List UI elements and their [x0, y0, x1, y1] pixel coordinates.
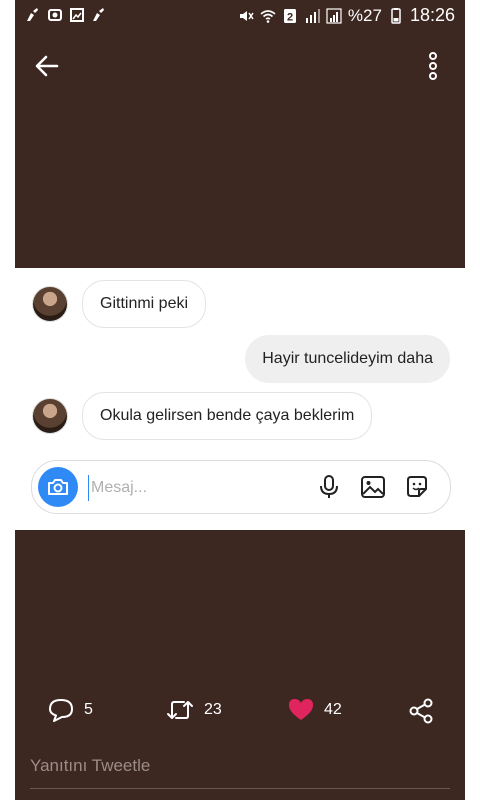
back-arrow-icon[interactable] — [33, 52, 61, 80]
message-row-3: Okula gelirsen bende çaya beklerim — [32, 392, 373, 440]
system-icons: 2 %27 18:26 — [238, 5, 455, 26]
tweet-media-screen: 2 %27 18:26 Gittinmi peki Hayir tuncelid… — [15, 0, 465, 800]
avatar — [32, 398, 68, 434]
reply-count: 5 — [84, 701, 93, 718]
battery-percent: %27 — [347, 5, 382, 25]
like-count: 42 — [324, 701, 342, 718]
camera-icon — [48, 479, 68, 495]
screenshot-icon — [48, 9, 62, 21]
incoming-message: Gittinmi peki — [82, 280, 207, 328]
gallery-icon — [70, 8, 84, 22]
share-icon[interactable] — [408, 698, 434, 724]
chat-screenshot: Gittinmi peki Hayir tuncelideyim daha Ok… — [15, 268, 465, 530]
message-row-1: Gittinmi peki — [32, 280, 207, 328]
outgoing-message: Hayir tuncelideyim daha — [245, 335, 450, 383]
svg-text:2: 2 — [287, 11, 293, 23]
mute-icon — [239, 10, 254, 21]
cleaner-icon-2 — [93, 8, 104, 21]
wifi-icon — [260, 9, 276, 23]
notification-icons — [25, 7, 107, 23]
message-composer — [31, 460, 451, 514]
battery-icon — [391, 7, 401, 24]
heart-icon — [289, 699, 313, 720]
incoming-message: Okula gelirsen bende çaya beklerim — [82, 392, 373, 440]
tweet-actions-bar: 5 23 42 — [15, 692, 465, 728]
more-options-icon[interactable] — [423, 50, 443, 82]
cleaner-icon — [27, 8, 38, 21]
message-row-2: Hayir tuncelideyim daha — [245, 335, 450, 383]
image-icon[interactable] — [360, 474, 386, 500]
sim-2-icon: 2 — [283, 8, 296, 23]
like-button[interactable]: 42 — [288, 698, 342, 722]
camera-button[interactable] — [38, 467, 78, 507]
comment-icon — [49, 699, 73, 722]
clock: 18:26 — [409, 5, 455, 25]
message-input[interactable] — [88, 475, 293, 501]
retweet-icon — [167, 701, 193, 719]
signal-icon — [305, 8, 320, 23]
avatar — [32, 286, 68, 322]
microphone-icon[interactable] — [316, 474, 342, 500]
reply-input[interactable]: Yanıtını Tweetle — [30, 756, 150, 776]
retweet-count: 23 — [204, 701, 222, 718]
reply-button[interactable]: 5 — [48, 698, 93, 722]
signal-icon-2 — [326, 7, 342, 24]
retweet-button[interactable]: 23 — [166, 698, 222, 722]
status-bar: 2 %27 18:26 — [15, 0, 465, 32]
sticker-icon[interactable] — [404, 474, 430, 500]
reply-underline — [30, 788, 450, 789]
